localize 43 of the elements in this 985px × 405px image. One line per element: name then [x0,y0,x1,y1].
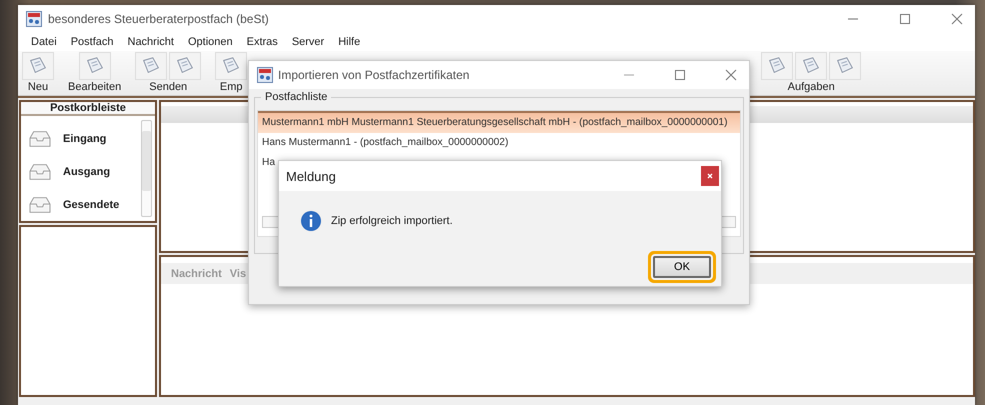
sidebar-item[interactable]: Gesendete [63,198,120,210]
menu-item[interactable]: Server [284,36,332,48]
toolbar-icon[interactable] [215,52,248,80]
toolbar-label: Bearbeiten [68,81,122,93]
inbox-tray-icon [27,162,53,182]
mailbox-list-item[interactable]: Mustermann1 mbH Mustermann1 Steuerberatungsgesellschaft mbH - (postfach_mailbox_0000000001) [258,111,740,133]
menu-item[interactable]: Nachricht [120,36,181,48]
info-icon [299,209,323,233]
menu-item[interactable]: Extras [240,36,285,48]
toolbar-icon[interactable] [22,52,54,80]
close-icon[interactable] [951,13,963,25]
menu-item[interactable]: Postfach [64,36,120,48]
window-title: besonderes Steuerberaterpostfach (beSt) [48,12,269,26]
menu-item[interactable]: Datei [24,36,64,48]
sidebar-item[interactable]: Eingang [63,132,106,144]
sidebar-title: Postkorbleiste [21,102,155,116]
app-logo-icon [26,11,42,27]
toolbar-label: Emp [220,81,243,93]
dialog-title: Importieren von Postfachzertifikaten [278,68,470,82]
toolbar-icon[interactable] [169,52,202,80]
dialog-title: Meldung [286,168,336,184]
inbox-tray-icon [27,128,53,148]
close-icon[interactable] [725,69,737,81]
toolbar-icon[interactable] [795,52,828,80]
toolbar-label: Senden [149,81,188,93]
toolbar-icon[interactable] [829,52,862,80]
close-icon[interactable] [701,166,719,186]
menu-item[interactable]: Optionen [180,36,240,48]
maximize-icon[interactable] [674,69,686,81]
toolbar-label: Aufgaben [788,81,835,93]
app-logo-icon [257,67,273,83]
toolbar-icon[interactable] [135,52,168,80]
sidebar-item[interactable]: Ausgang [63,166,110,178]
message-text: Zip erfolgreich importiert. [331,215,453,227]
toolbar-label: Neu [28,81,48,93]
toolbar-icon[interactable] [761,52,794,80]
group-label: Postfachliste [261,91,332,103]
vertical-scrollbar[interactable] [141,120,152,217]
mailbox-list-item[interactable]: Hans Mustermann1 - (postfach_mailbox_0000000002) [258,133,740,153]
menu-item[interactable]: Hilfe [331,36,368,48]
maximize-icon[interactable] [899,13,911,25]
inbox-tray-icon [27,194,53,214]
toolbar-icon[interactable] [78,52,111,80]
